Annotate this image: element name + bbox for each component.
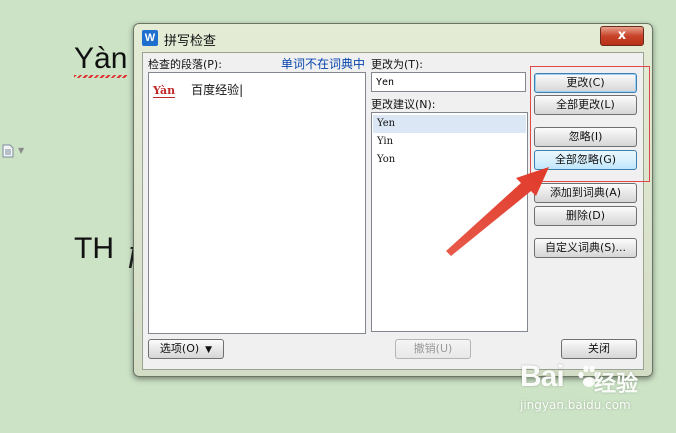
watermark-brand: Bai [520,360,565,393]
change-all-button[interactable]: 全部更改(L) [534,95,637,115]
suggestion-item[interactable]: Yen [373,115,526,133]
paragraph-context: 百度经验| [191,83,244,97]
chevron-down-icon[interactable]: ▼ [18,146,24,155]
ignore-button[interactable]: 忽略(I) [534,127,637,147]
change-to-input[interactable]: Yen [371,72,526,92]
title-bar[interactable]: W 拼写检查 x [134,24,652,52]
document-icon[interactable] [2,144,14,158]
options-dropdown-button[interactable]: 选项(O) ▼ [148,339,224,359]
document-misspelled-word: Yàn [74,42,128,78]
dialog-title: 拼写检查 [164,34,217,49]
chevron-down-icon: ▼ [205,345,213,355]
ignore-all-button[interactable]: 全部忽略(G) [534,150,637,170]
document-word: TH [74,232,114,265]
undo-button[interactable]: 撤销(U) [395,339,471,359]
suggestions-label: 更改建议(N): [371,98,436,111]
add-to-dictionary-button[interactable]: 添加到词典(A) [534,183,637,203]
watermark-cn: 经验 [594,372,639,397]
close-icon[interactable]: x [600,26,644,46]
spelling-underline [74,75,128,78]
spell-check-dialog: W 拼写检查 x 检查的段落(P): 单词不在词典中 Yàn 百度经验| 更改为(… [133,23,653,377]
change-to-label: 更改为(T): [371,58,424,71]
close-button[interactable]: 关闭 [561,339,637,359]
dialog-content: 检查的段落(P): 单词不在词典中 Yàn 百度经验| 更改为(T): Yen 更… [142,52,644,370]
custom-dictionary-button[interactable]: 自定义词典(S)... [534,238,637,258]
paragraph-label: 检查的段落(P): [148,58,222,71]
watermark-url: jingyan.baidu.com [520,398,631,412]
paragraph-box[interactable]: Yàn 百度经验| [148,72,366,334]
misspelled-word: Yàn [153,84,176,98]
suggestion-item[interactable]: Yon [373,151,526,169]
wps-logo-icon: W [142,30,158,46]
delete-button[interactable]: 删除(D) [534,206,637,226]
suggestions-list[interactable]: Yen Yin Yon [371,112,528,332]
paragraph-line: Yàn 百度经验| [153,79,244,98]
options-label: 选项(O) [159,342,200,355]
not-in-dictionary-label: 单词不在词典中 [281,57,366,71]
change-button[interactable]: 更改(C) [534,73,637,93]
baidu-jingyan-watermark: Bai 经验 jingyan.baidu.com [520,360,670,420]
suggestion-item[interactable]: Yin [373,133,526,151]
